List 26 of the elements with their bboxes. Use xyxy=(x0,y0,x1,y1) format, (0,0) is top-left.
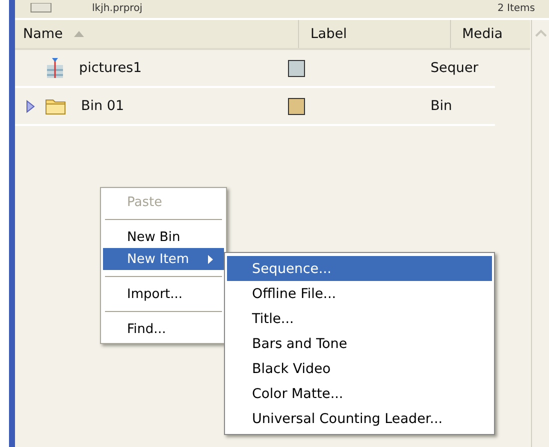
menu-item[interactable]: Bars and Tone xyxy=(227,331,492,356)
folder-icon xyxy=(45,97,67,115)
menu-item[interactable]: Title... xyxy=(227,306,492,331)
menu-item[interactable]: Offline File... xyxy=(227,281,492,306)
media-type: Bin xyxy=(430,98,452,114)
project-icon xyxy=(30,3,52,13)
label-swatch[interactable] xyxy=(288,98,305,114)
expand-arrow-icon[interactable] xyxy=(26,100,34,112)
menu-item[interactable]: Find... xyxy=(103,318,224,340)
column-header[interactable]: Name xyxy=(15,20,298,48)
project-name: lkjh.prproj xyxy=(92,2,142,14)
sequence-icon xyxy=(45,57,65,79)
menu-item[interactable]: Import... xyxy=(103,283,224,305)
media-type: Sequer xyxy=(430,60,478,76)
menu-item[interactable]: Universal Counting Leader... xyxy=(227,406,492,431)
menu-item[interactable]: New Item xyxy=(103,248,224,270)
menu-item[interactable]: Sequence... xyxy=(227,256,492,281)
menu-item[interactable]: New Bin xyxy=(103,226,224,248)
menu-item[interactable]: Black Video xyxy=(227,356,492,381)
item-name: pictures1 xyxy=(79,60,142,76)
column-header[interactable]: Label xyxy=(298,20,450,48)
label-swatch[interactable] xyxy=(288,60,305,76)
item-name: Bin 01 xyxy=(81,98,124,114)
column-header[interactable]: Media xyxy=(450,20,530,48)
menu-item[interactable]: Color Matte... xyxy=(227,381,492,406)
item-count: 2 Items xyxy=(497,2,535,14)
